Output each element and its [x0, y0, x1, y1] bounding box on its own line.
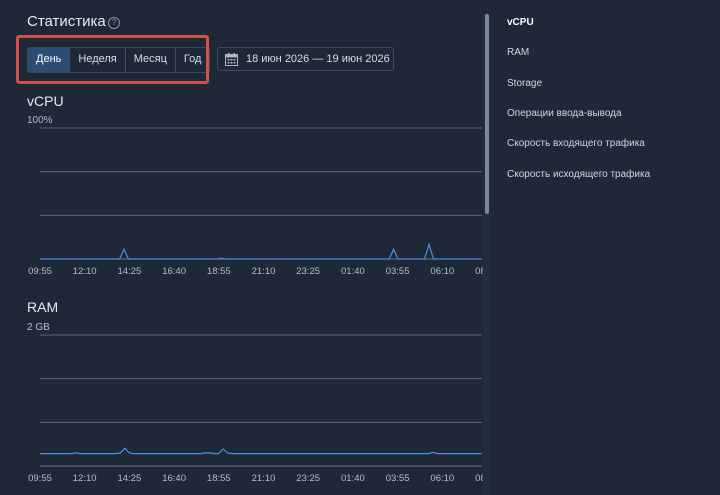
nav-item-inbound-traffic[interactable]: Скорость входящего трафика: [507, 138, 645, 149]
nav-item-io-operations[interactable]: Операции ввода-вывода: [507, 108, 622, 119]
vcpu-chart-max-label: 100%: [27, 115, 53, 126]
ram-x-tick-label: 18:55: [207, 473, 231, 484]
calendar-icon: [225, 52, 238, 66]
ram-x-tick-label: 01:40: [341, 473, 365, 484]
vcpu-series-line: [40, 242, 482, 260]
vcpu-chart: 09:55 12:10 14:25 16:40 18:55 21:10 23:25 01:40…: [28, 127, 483, 277]
ram-x-tick-label: 06:10: [430, 473, 454, 484]
nav-item-storage[interactable]: Storage: [507, 78, 542, 89]
date-range-picker[interactable]: 18 июн 2026 — 19 июн 2026: [217, 47, 394, 71]
ram-x-tick-label: 21:10: [252, 473, 276, 484]
vcpu-x-tick-label: 12:10: [73, 266, 97, 277]
ram-x-tick-label: 14:25: [118, 473, 142, 484]
vcpu-x-tick-label: 01:40: [341, 266, 365, 277]
help-icon[interactable]: ?: [108, 17, 120, 29]
ram-chart-title: RAM: [27, 299, 59, 315]
ram-chart-max-label: 2 GB: [27, 322, 50, 333]
vcpu-x-tick-label: 03:55: [386, 266, 410, 277]
ram-x-tick-label: 03:55: [386, 473, 410, 484]
ram-x-tick-label: 09:55: [28, 473, 52, 484]
vcpu-x-tick-label: 18:55: [207, 266, 231, 277]
vcpu-x-tick-label: 06:10: [430, 266, 454, 277]
vcpu-x-tick-label: 21:10: [252, 266, 276, 277]
ram-series-line: [40, 447, 482, 455]
ram-chart: 09:55 12:10 14:25 16:40 18:55 21:10 23:25 01:40…: [28, 334, 483, 484]
ram-x-tick-label: 12:10: [73, 473, 97, 484]
ram-x-tick-label: 23:25: [296, 473, 320, 484]
nav-item-outbound-traffic[interactable]: Скорость исходящего трафика: [507, 169, 650, 180]
vcpu-x-tick-label: 23:25: [296, 266, 320, 277]
nav-item-vcpu[interactable]: vCPU: [507, 17, 534, 28]
vcpu-x-tick-label: 09:55: [28, 266, 52, 277]
metrics-sidebar: vCPU RAM Storage Операции ввода-вывода С…: [491, 0, 720, 495]
vcpu-chart-title: vCPU: [27, 93, 64, 109]
vcpu-x-tick-label: 08:25: [475, 266, 483, 277]
page-title: Статистика: [27, 13, 106, 30]
main-scrollbar-thumb[interactable]: [485, 14, 489, 214]
statistics-main-panel: Статистика ? День Неделя Месяц Год 18 ию…: [0, 0, 483, 495]
nav-item-ram[interactable]: RAM: [507, 47, 529, 58]
ram-x-tick-label: 16:40: [162, 473, 186, 484]
vcpu-x-tick-label: 16:40: [162, 266, 186, 277]
period-selector-highlight: [16, 35, 209, 84]
date-range-text: 18 июн 2026 — 19 июн 2026: [246, 53, 390, 65]
ram-x-tick-label: 08:25: [475, 473, 483, 484]
vcpu-x-tick-label: 14:25: [118, 266, 142, 277]
